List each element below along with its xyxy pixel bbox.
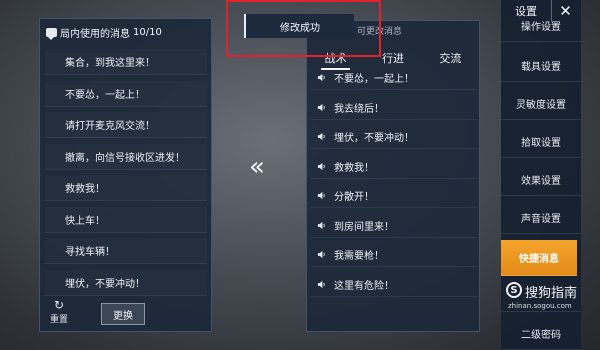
in-game-message-item[interactable]: 救救我！ <box>45 175 207 201</box>
changeable-message-text: 我去绕后！ <box>334 103 384 115</box>
double-chevron-left-icon[interactable]: « <box>249 154 265 180</box>
speaker-icon <box>317 250 325 259</box>
highlight-box <box>226 0 381 57</box>
changeable-message-item[interactable]: 不要怂，一起上！ <box>311 66 477 90</box>
changeable-message-item[interactable]: 分散开！ <box>311 184 477 208</box>
changeable-message-text: 救救我！ <box>334 162 374 174</box>
changeable-message-text: 埋伏，不要冲动！ <box>334 133 414 144</box>
sidebar-item-vehicle[interactable]: 载具设置 <box>501 50 581 82</box>
changeable-message-item[interactable]: 救救我！ <box>311 155 477 179</box>
changeable-message-list: 不要怂，一起上！ 我去绕后！ 埋伏，不要冲动！ 救救我！ 分散开！ 到房间里来！… <box>311 66 477 302</box>
sidebar-item-sound[interactable]: 声音设置 <box>501 202 581 234</box>
in-game-message-item[interactable]: 不要怂，一起上！ <box>45 81 207 107</box>
in-game-message-list: 集合，到我这里来！ 不要怂，一起上！ 请打开麦克风交流！ 撤离，向信号接收区进发… <box>45 49 207 301</box>
refresh-icon: ↻ <box>53 298 65 312</box>
swap-button[interactable]: 更换 <box>101 303 145 325</box>
changeable-message-item[interactable]: 我需要枪！ <box>311 243 477 267</box>
in-game-message-item[interactable]: 快上车！ <box>45 207 207 233</box>
changeable-message-item[interactable]: 埋伏，不要冲动！ <box>311 125 477 149</box>
changeable-message-item[interactable]: 我去绕后！ <box>311 96 477 120</box>
close-icon[interactable]: ✕ <box>551 0 579 22</box>
sogou-logo-icon: S <box>506 282 522 298</box>
speaker-icon <box>317 162 325 170</box>
sidebar-item-quick-messages[interactable]: 快捷消息 <box>501 240 577 276</box>
in-game-messages-header: 局内使用的消息 10/10 <box>40 19 211 45</box>
speaker-icon <box>317 73 325 82</box>
changeable-message-text: 不要怂，一起上！ <box>334 74 414 85</box>
message-icon <box>46 27 57 40</box>
in-game-messages-title: 局内使用的消息 <box>60 28 130 40</box>
in-game-messages-panel: 局内使用的消息 10/10 集合，到我这里来！ 不要怂，一起上！ 请打开麦克风交… <box>39 18 212 332</box>
changeable-message-item[interactable]: 这里有危险！ <box>311 273 477 297</box>
changeable-message-text: 我需要枪！ <box>334 251 384 262</box>
speaker-icon <box>317 132 325 141</box>
in-game-message-item[interactable]: 撤离，向信号接收区进发！ <box>45 144 207 170</box>
changeable-message-item[interactable]: 到房间里来！ <box>311 214 477 238</box>
in-game-message-item[interactable]: 寻找车辆！ <box>45 238 207 264</box>
sidebar-item-effects[interactable]: 效果设置 <box>501 164 581 196</box>
in-game-message-item[interactable]: 埋伏，不要冲动！ <box>45 270 207 296</box>
sidebar-item-pickup[interactable]: 拾取设置 <box>501 126 581 158</box>
sidebar-item-secondary-password[interactable]: 二级密码 <box>501 318 581 350</box>
reset-button[interactable]: ↻ 重置 <box>48 299 70 325</box>
in-game-messages-footer: ↻ 重置 更换 <box>40 297 211 331</box>
in-game-message-item[interactable]: 请打开麦克风交流！ <box>45 112 207 138</box>
reset-label: 重置 <box>49 315 68 325</box>
message-count: 10/10 <box>133 26 162 38</box>
in-game-message-item[interactable]: 集合，到我这里来！ <box>45 49 207 75</box>
changeable-message-text: 这里有危险！ <box>334 280 394 292</box>
speaker-icon <box>317 221 325 229</box>
changeable-messages-panel: 可更改消息 战术 行进 交流 不要怂，一起上！ 我去绕后！ 埋伏，不要冲动！ 救… <box>306 20 480 332</box>
changeable-message-text: 到房间里来！ <box>334 221 394 233</box>
watermark-text: 搜狗指南 <box>525 286 578 301</box>
speaker-icon <box>317 103 325 111</box>
sidebar-item-sensitivity[interactable]: 灵敏度设置 <box>501 88 581 120</box>
speaker-icon <box>317 280 325 288</box>
changeable-message-text: 分散开！ <box>334 192 374 203</box>
speaker-icon <box>317 191 325 200</box>
watermark-url: zhinan.sogou.com <box>508 302 572 310</box>
